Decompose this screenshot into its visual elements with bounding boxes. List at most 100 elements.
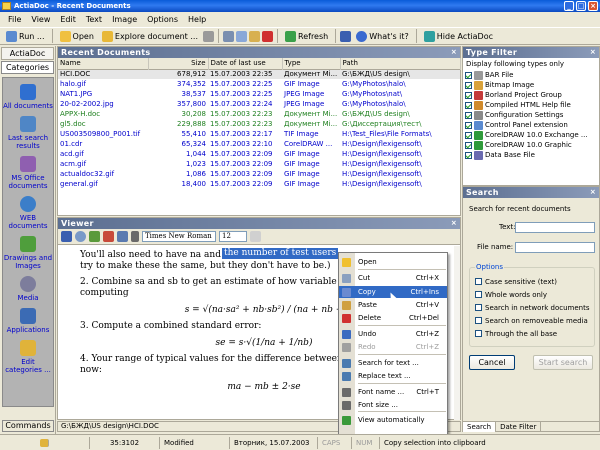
type-filter-item[interactable]: Compiled HTML Help file	[463, 100, 599, 110]
column-path[interactable]: Path	[340, 58, 461, 69]
menu-view[interactable]: View	[26, 15, 55, 24]
search-option[interactable]: Whole words only	[475, 288, 590, 301]
table-row[interactable]: acd.gif 1,044 15.07.2003 22:09 GIF Image H:\…	[58, 149, 460, 159]
menu-text[interactable]: Text	[81, 15, 107, 24]
back-icon[interactable]	[103, 231, 114, 242]
option-checkbox[interactable]	[475, 317, 482, 324]
search-option[interactable]: Case sensitive (text)	[475, 275, 590, 288]
menu-item-open[interactable]: Open	[339, 256, 447, 268]
menu-item-search-for-text[interactable]: Search for text ...	[339, 357, 447, 369]
table-row[interactable]: 20-02-2002.jpg 357,800 15.07.2003 22:24 JPE…	[58, 99, 460, 109]
delete-icon[interactable]	[262, 30, 273, 42]
type-filter-item[interactable]: Bitmap Image	[463, 80, 599, 90]
column-type[interactable]: Type	[282, 58, 341, 69]
category-media[interactable]: Media	[3, 276, 53, 302]
menu-item-font-size[interactable]: Font size ...	[339, 399, 447, 411]
copy-icon[interactable]	[236, 30, 247, 42]
zoom-icon[interactable]	[75, 231, 86, 242]
forward-icon[interactable]	[117, 231, 128, 242]
table-row[interactable]: 01.cdr 65,324 15.07.2003 22:10 CorelDRAW ..…	[58, 139, 460, 149]
type-checkbox[interactable]	[465, 111, 472, 119]
type-filter-item[interactable]: Data Base File	[463, 150, 599, 160]
cut-icon[interactable]	[223, 30, 234, 42]
type-checkbox[interactable]	[465, 101, 472, 109]
maximize-button[interactable]: □	[576, 1, 586, 11]
type-checkbox[interactable]	[465, 81, 472, 89]
text-input[interactable]	[515, 222, 595, 233]
search-option[interactable]: Search in network documents	[475, 301, 590, 314]
category-last-search[interactable]: Last search results	[3, 116, 53, 150]
column-name[interactable]: Name	[58, 58, 149, 69]
table-row[interactable]: US003509800_P001.tif 55,410 15.07.2003 22:…	[58, 129, 460, 139]
option-checkbox[interactable]	[475, 304, 482, 311]
option-checkbox[interactable]	[475, 330, 482, 337]
open-button[interactable]: Open	[57, 28, 97, 44]
filename-input[interactable]	[515, 242, 595, 253]
menu-file[interactable]: File	[3, 15, 26, 24]
menu-edit[interactable]: Edit	[55, 15, 81, 24]
table-row[interactable]: general.gif 18,400 15.07.2003 22:09 GIF Ima…	[58, 179, 460, 189]
table-row[interactable]: actualdoc32.gif 1,086 15.07.2003 22:09 GIF …	[58, 169, 460, 179]
hide-button[interactable]: Hide ActiaDoc	[421, 28, 496, 44]
type-filter-item[interactable]: CorelDRAW 10.0 Graphic	[463, 140, 599, 150]
menu-options[interactable]: Options	[142, 15, 183, 24]
type-filter-item[interactable]: Borland Project Group	[463, 90, 599, 100]
option-checkbox[interactable]	[475, 278, 482, 285]
font-name-select[interactable]: Times New Roman	[142, 231, 216, 242]
category-edit[interactable]: Edit categories ...	[3, 340, 53, 374]
search-option[interactable]: Through the all base	[475, 327, 590, 340]
print-icon[interactable]	[203, 30, 214, 42]
menu-help[interactable]: Help	[183, 15, 211, 24]
category-web[interactable]: WEB documents	[3, 196, 53, 230]
cancel-button[interactable]: Cancel	[469, 355, 515, 370]
type-filter-item[interactable]: CorelDRAW 10.0 Exchange ...	[463, 130, 599, 140]
explore-button[interactable]: Explore document ...	[99, 28, 201, 44]
panel-close-icon[interactable]: ×	[450, 219, 458, 227]
type-checkbox[interactable]	[465, 71, 472, 79]
table-row[interactable]: gl5.doc 229,888 15.07.2003 22:23 Документ M…	[58, 119, 460, 129]
whats-it-button[interactable]: What's it?	[353, 28, 412, 44]
categories-tab[interactable]: Categories	[1, 61, 54, 74]
save-icon[interactable]	[61, 231, 72, 242]
italic-icon[interactable]	[250, 231, 261, 242]
type-checkbox[interactable]	[465, 151, 472, 159]
category-all-documents[interactable]: All documents	[3, 84, 53, 110]
viewer-scrollbar[interactable]	[454, 246, 460, 420]
table-row[interactable]: acm.gif 1,023 15.07.2003 22:09 GIF Image H:\…	[58, 159, 460, 169]
menu-item-cut[interactable]: Cut Ctrl+X	[339, 272, 447, 284]
tab-search[interactable]: Search	[463, 422, 497, 432]
category-ms-office[interactable]: MS Office documents	[3, 156, 53, 190]
option-checkbox[interactable]	[475, 291, 482, 298]
panel-close-icon[interactable]: ×	[589, 48, 597, 56]
menu-item-delete[interactable]: Delete Ctrl+Del	[339, 312, 447, 324]
column-size[interactable]: Size	[148, 58, 209, 69]
panel-close-icon[interactable]: ×	[589, 188, 597, 196]
close-button[interactable]: ×	[588, 1, 598, 11]
type-filter-item[interactable]: Configuration Settings	[463, 110, 599, 120]
paste-icon[interactable]	[249, 30, 260, 42]
menu-item-undo[interactable]: Undo Ctrl+Z	[339, 328, 447, 340]
column-date[interactable]: Date of last use	[208, 58, 283, 69]
table-row[interactable]: NAT1.JPG 38,537 15.07.2003 22:25 JPEG Image…	[58, 89, 460, 99]
find-icon[interactable]	[89, 231, 100, 242]
type-checkbox[interactable]	[465, 131, 472, 139]
table-row[interactable]: APPX-H.doc 30,208 15.07.2003 22:23 Документ…	[58, 109, 460, 119]
table-row[interactable]: HCI.DOC 678,912 15.07.2003 22:35 Документ M…	[58, 69, 460, 79]
minimize-button[interactable]: _	[564, 1, 574, 11]
menu-item-view-automatically[interactable]: View automatically	[339, 414, 447, 426]
tab-date-filter[interactable]: Date Filter	[496, 422, 542, 432]
category-applications[interactable]: Applications	[3, 308, 53, 334]
start-search-button[interactable]: Start search	[533, 355, 593, 370]
font-size-select[interactable]: 12	[219, 231, 247, 242]
type-checkbox[interactable]	[465, 141, 472, 149]
type-checkbox[interactable]	[465, 91, 472, 99]
commands-tab[interactable]: Commands	[2, 420, 54, 432]
run-button[interactable]: Run ...	[3, 28, 48, 44]
table-row[interactable]: halo.gif 374,352 15.07.2003 22:25 GIF Image…	[58, 79, 460, 89]
panel-close-icon[interactable]: ×	[450, 48, 458, 56]
menu-item-redo[interactable]: Redo Ctrl+Z	[339, 341, 447, 353]
type-checkbox[interactable]	[465, 121, 472, 129]
search-option[interactable]: Search on removeable media	[475, 314, 590, 327]
type-filter-item[interactable]: Control Panel extension	[463, 120, 599, 130]
menu-image[interactable]: Image	[107, 15, 142, 24]
